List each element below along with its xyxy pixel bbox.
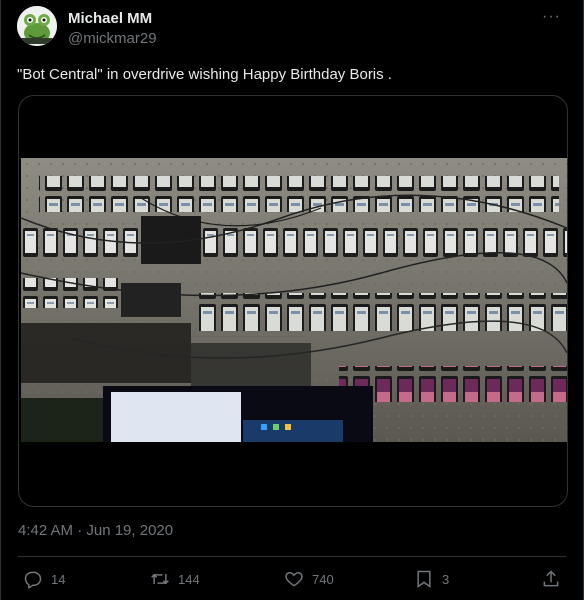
- retweet-button[interactable]: 144: [150, 569, 200, 589]
- retweet-icon: [151, 573, 169, 585]
- bookmark-button[interactable]: 3: [414, 569, 449, 589]
- reply-count: 14: [51, 571, 66, 587]
- like-button[interactable]: 740: [284, 569, 334, 589]
- avatar[interactable]: [17, 6, 57, 46]
- divider: [18, 556, 566, 557]
- tweet-text: "Bot Central" in overdrive wishing Happy…: [17, 66, 392, 83]
- like-count: 740: [312, 571, 334, 587]
- retweet-count: 144: [178, 571, 200, 587]
- share-icon: [543, 570, 559, 587]
- reply-button[interactable]: 14: [23, 569, 65, 589]
- heart-icon: [285, 571, 303, 587]
- author-handle[interactable]: @mickmar29: [68, 30, 157, 47]
- reply-icon: [24, 571, 42, 589]
- share-button[interactable]: [541, 569, 561, 589]
- tweet-timestamp[interactable]: 4:42 AM · Jun 19, 2020: [18, 522, 173, 539]
- tweet-media[interactable]: [18, 95, 568, 507]
- bookmark-count: 3: [442, 571, 450, 587]
- author-display-name[interactable]: Michael MM: [68, 10, 152, 27]
- frog-avatar-icon: [17, 6, 57, 46]
- more-options-button[interactable]: ···: [542, 8, 561, 26]
- photo-of-phone-farm: [21, 158, 567, 442]
- bookmark-icon: [417, 570, 431, 588]
- tweet-card: Michael MM @mickmar29 ··· "Bot Central" …: [0, 0, 584, 600]
